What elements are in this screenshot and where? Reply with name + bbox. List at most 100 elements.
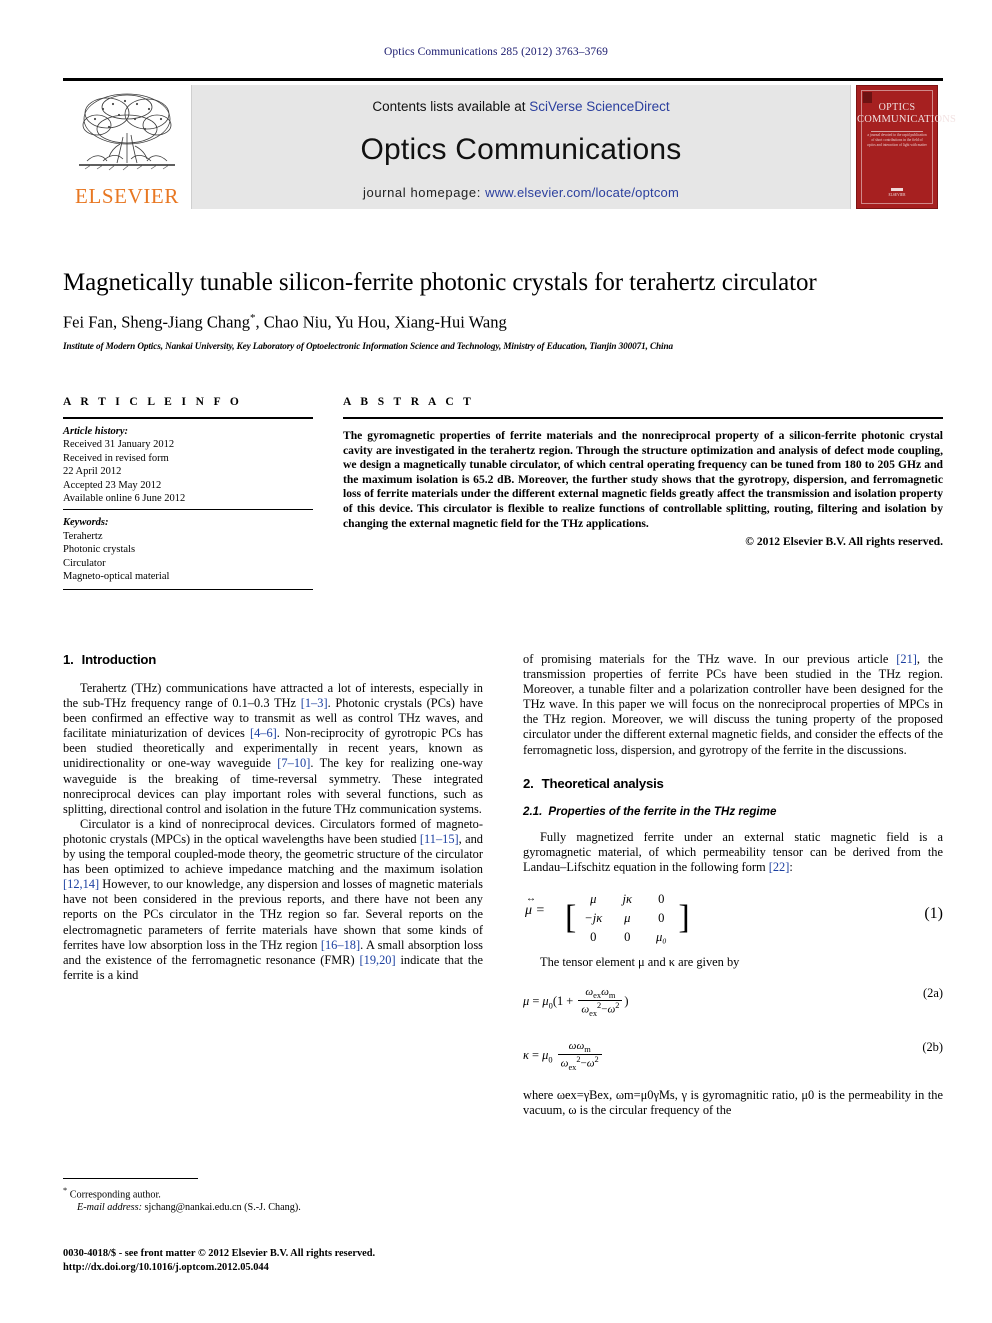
citation-ref[interactable]: [7–10]	[277, 756, 310, 770]
matrix-cell: μ	[624, 910, 631, 925]
cover-subtitle: a journal devoted to the rapid publicati…	[867, 133, 927, 147]
tree-svg	[79, 93, 175, 171]
section-heading-theoretical-analysis: 2. Theoretical analysis	[523, 776, 943, 791]
history-item: Available online 6 June 2012	[63, 493, 186, 505]
left-column: 1. Introduction Terahertz (THz) communica…	[63, 652, 483, 1212]
section-title: Theoretical analysis	[541, 775, 664, 791]
text-run: :	[789, 859, 793, 874]
citation-ref[interactable]: [16–18]	[321, 938, 360, 952]
title-block: Magnetically tunable silicon-ferrite pho…	[63, 268, 943, 351]
history-item: 22 April 2012	[63, 466, 122, 478]
affiliation: Institute of Modern Optics, Nankai Unive…	[63, 340, 673, 351]
keyword-item: Photonic crystals	[63, 544, 136, 556]
author-list: Fei Fan, Sheng-Jiang Chang*, Chao Niu, Y…	[63, 312, 943, 333]
cover-title-line1: OPTICS	[878, 102, 916, 113]
abstract-body: The gyromagnetic properties of ferrite m…	[343, 429, 943, 531]
text-run: of promising materials for the THz wave.…	[523, 652, 897, 666]
keyword-item: Magneto-optical material	[63, 571, 170, 583]
homepage-prefix: journal homepage:	[363, 185, 486, 200]
equation-2a: μ = μ0(1 + ωexωm ωex2−ω2 ) (2a)	[523, 986, 943, 1019]
fraction-2b: ωωm ωex2−ω2	[557, 1040, 602, 1072]
right-column: of promising materials for the THz wave.…	[523, 652, 943, 1212]
history-item: Accepted 23 May 2012	[63, 479, 162, 491]
keyword-item: Circulator	[63, 557, 106, 569]
section-number: 2.	[523, 775, 534, 791]
subsection-title: Properties of the ferrite in the THz reg…	[548, 804, 777, 818]
tensor-element-line: The tensor element μ and κ are given by	[540, 954, 740, 969]
section-number: 1.	[63, 652, 74, 667]
copyright-line: © 2012 Elsevier B.V. All rights reserved…	[745, 535, 943, 549]
keywords-block: Keywords: Terahertz Photonic crystals Ci…	[63, 516, 313, 583]
doi-link[interactable]: http://dx.doi.org/10.1016/j.optcom.2012.…	[63, 1261, 563, 1275]
article-history: Article history: Received 31 January 201…	[63, 425, 313, 509]
citation-ref[interactable]: [11–15]	[420, 832, 459, 846]
abstract-column: A B S T R A C T The gyromagnetic propert…	[343, 396, 943, 590]
column-gutter	[313, 396, 343, 590]
paragraph-intro-1: Terahertz (THz) communications have attr…	[63, 681, 483, 817]
info-abstract-block: A R T I C L E I N F O Article history: R…	[63, 396, 943, 591]
citation-ref[interactable]: [4–6]	[250, 726, 277, 740]
journal-masthead: ELSEVIER Contents lists available at Sci…	[63, 78, 956, 209]
text-run: Fully magnetized ferrite under an extern…	[523, 829, 943, 874]
equation-2a-body: μ	[523, 993, 530, 1008]
corresponding-author-note: * Corresponding author.	[63, 1184, 483, 1201]
matrix-cell: 0	[590, 929, 597, 944]
elsevier-tree-icon	[73, 89, 181, 179]
equation-1-matrix: [ μ jκ 0 −jκ μ 0 0 0 μ₀ ]	[565, 890, 690, 947]
page-title: Magnetically tunable silicon-ferrite pho…	[63, 269, 817, 296]
sciencedirect-link[interactable]: SciVerse ScienceDirect	[529, 99, 669, 114]
email-note: E-mail address: sjchang@nankai.edu.cn (S…	[63, 1201, 483, 1214]
article-info-rule-bottom	[63, 589, 313, 591]
paragraph-where-definitions: where ωex=γBex, ωm=μ0γMs, γ is gyromagni…	[523, 1088, 943, 1118]
paper-page: Optics Communications 285 (2012) 3763–37…	[0, 0, 992, 1323]
paragraph-intro-3: of promising materials for the THz wave.…	[523, 652, 943, 758]
abstract-rule	[343, 417, 943, 419]
abstract-paragraph: The gyromagnetic properties of ferrite m…	[343, 429, 943, 530]
journal-title: Optics Communications	[360, 133, 682, 166]
masthead-center: Contents lists available at SciVerse Sci…	[191, 85, 851, 209]
article-info-rule-top	[63, 417, 313, 419]
history-item: Received in revised form	[63, 452, 169, 464]
bracket-right: ]	[678, 899, 690, 937]
issn-copyright-line: 0030-4018/$ - see front matter © 2012 El…	[63, 1248, 376, 1259]
paragraph-theory-1: Fully magnetized ferrite under an extern…	[523, 830, 943, 875]
body-gutter	[483, 652, 523, 1212]
keyword-item: Terahertz	[63, 530, 103, 542]
equation-2b-body: κ	[523, 1047, 529, 1062]
email-label: E-mail address:	[77, 1202, 142, 1214]
cover-footer-bar	[891, 188, 903, 191]
citation-ref[interactable]: [22]	[769, 860, 790, 874]
citation-ref[interactable]: [19,20]	[360, 953, 396, 967]
journal-homepage-line: journal homepage: www.elsevier.com/locat…	[192, 185, 850, 200]
bracket-left: [	[565, 899, 577, 937]
elsevier-logo: ELSEVIER	[63, 85, 191, 209]
equation-1-number: (1)	[924, 904, 943, 922]
footnote-marker: *	[63, 1186, 68, 1195]
section-heading-introduction: 1. Introduction	[63, 652, 483, 667]
equation-1-lhs: μ =	[525, 902, 545, 918]
equation-2a-number: (2a)	[923, 986, 943, 1001]
imprint-block: 0030-4018/$ - see front matter © 2012 El…	[63, 1247, 563, 1274]
elsevier-wordmark: ELSEVIER	[75, 184, 179, 208]
citation-ref[interactable]: [1–3]	[301, 696, 328, 710]
equation-1: ↔ μ = [ μ jκ 0 −jκ μ 0 0 0 μ₀ ] (1)	[523, 885, 943, 944]
citation-ref[interactable]: [12,14]	[63, 877, 99, 891]
abstract-heading: A B S T R A C T	[343, 396, 475, 408]
paragraph-intro-2: Circulator is a kind of nonreciprocal de…	[63, 817, 483, 983]
section-title: Introduction	[81, 652, 157, 667]
journal-homepage-link[interactable]: www.elsevier.com/locate/optcom	[485, 185, 679, 200]
corresponding-author-text: Corresponding author.	[69, 1189, 161, 1201]
contents-available-line: Contents lists available at SciVerse Sci…	[192, 99, 850, 114]
matrix-cell: 0	[658, 891, 665, 906]
footnote-rule	[63, 1178, 198, 1179]
running-head: Optics Communications 285 (2012) 3763–37…	[384, 46, 608, 58]
article-info-rule-mid	[63, 509, 313, 511]
email-address[interactable]: sjchang@nankai.edu.cn (S.-J. Chang).	[145, 1202, 301, 1213]
fraction-2a: ωexωm ωex2−ω2	[578, 986, 623, 1018]
article-info-column: A R T I C L E I N F O Article history: R…	[63, 396, 313, 591]
matrix-cell: 0	[658, 910, 665, 925]
keywords-label: Keywords:	[63, 517, 109, 529]
matrix-cell: 0	[624, 929, 631, 944]
authors-head: Fei Fan, Sheng-Jiang Chang	[63, 312, 250, 332]
citation-ref[interactable]: [21]	[896, 652, 917, 666]
